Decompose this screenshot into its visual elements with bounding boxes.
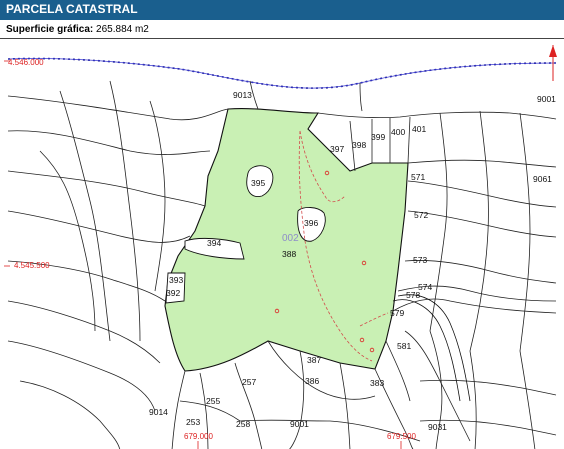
parcel-label: 392 — [166, 288, 180, 298]
parcel-label: 9013 — [233, 90, 252, 100]
surface-label: Superficie gráfica: — [6, 24, 94, 35]
surface-area: Superficie gráfica: 265.884 m2 — [6, 24, 149, 35]
boundary-line-solid — [7, 58, 557, 89]
parcel-label: 397 — [330, 144, 344, 154]
parcel-label: 388 — [282, 249, 296, 259]
parcel-label: 581 — [397, 341, 411, 351]
boundary-line — [7, 57, 557, 89]
parcel-label: 400 — [391, 127, 405, 137]
parcel-label: 399 — [371, 132, 385, 142]
header-bar: PARCELA CATASTRAL — [0, 0, 564, 20]
parcel-label: 387 — [307, 355, 321, 365]
parcel-label: 396 — [304, 218, 318, 228]
cadastral-map[interactable]: 4.546.000 4.545.500 679.000 679.500 002 … — [0, 38, 564, 449]
coord-top-left: 4.546.000 — [8, 58, 44, 67]
parcel-label: 398 — [352, 140, 366, 150]
parcel-label: 9001 — [290, 419, 309, 429]
parcel-label: 578 — [406, 290, 420, 300]
polygon-code: 002 — [282, 233, 299, 244]
parcel-label: 573 — [413, 255, 427, 265]
coord-bottom-1: 679.000 — [184, 432, 213, 441]
surface-value: 265.884 m2 — [96, 24, 149, 35]
parcel-label: 255 — [206, 396, 220, 406]
parcel-label: 579 — [390, 308, 404, 318]
coord-bottom-2: 679.500 — [387, 432, 416, 441]
parcel-label: 9014 — [149, 407, 168, 417]
parcel-label: 383 — [370, 378, 384, 388]
parcel-label: 258 — [236, 419, 250, 429]
parcel-label: 572 — [414, 210, 428, 220]
parcel-label: 9001 — [537, 94, 556, 104]
parcel-label: 253 — [186, 417, 200, 427]
parcel-label: 395 — [251, 178, 265, 188]
parcel-label: 9031 — [428, 422, 447, 432]
coord-left: 4.545.500 — [14, 261, 50, 270]
parcel-label: 393 — [169, 275, 183, 285]
panel-title: PARCELA CATASTRAL — [6, 2, 138, 16]
parcel-label: 9061 — [533, 174, 552, 184]
parcel-label: 571 — [411, 172, 425, 182]
parcel-label: 257 — [242, 377, 256, 387]
parcel-label: 394 — [207, 238, 221, 248]
parcel-label: 386 — [305, 376, 319, 386]
parcel-label: 401 — [412, 124, 426, 134]
map-svg[interactable]: 4.546.000 4.545.500 679.000 679.500 002 … — [0, 39, 564, 449]
